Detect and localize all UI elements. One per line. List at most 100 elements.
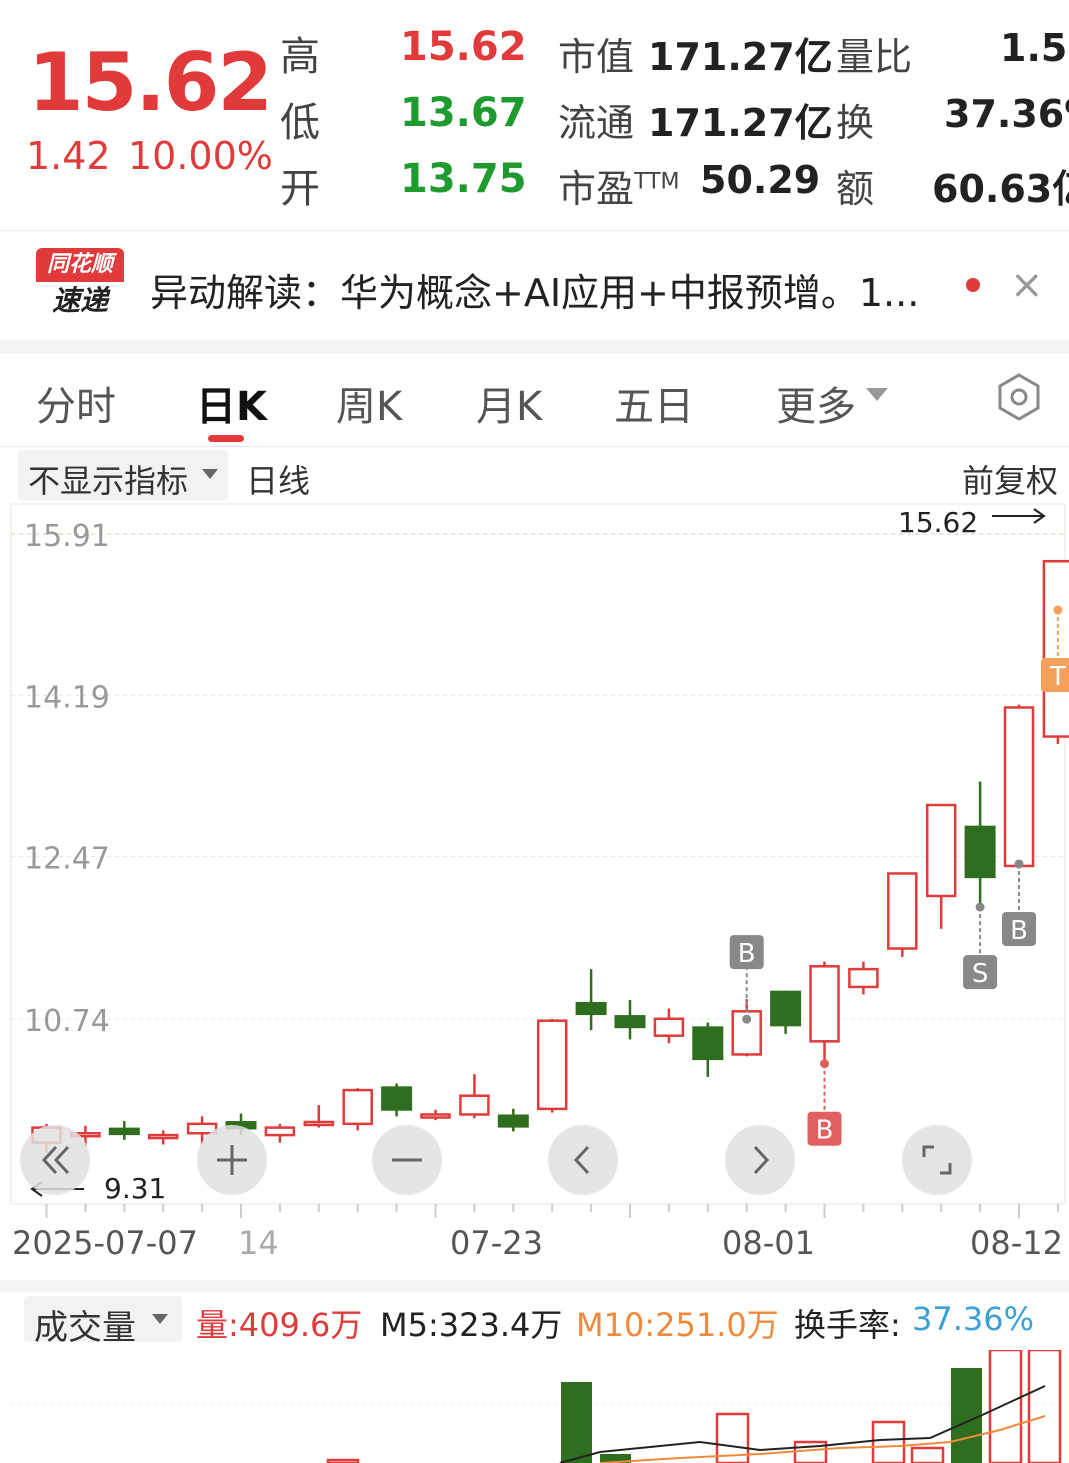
volratio-label: 量比 [836, 35, 913, 79]
volume-chart [11, 1350, 1065, 1463]
last-price: 15.62 [28, 36, 273, 129]
turnover-rate-label: 换手率: [794, 1306, 901, 1344]
float-label: 流通 [558, 101, 635, 145]
fullscreen-icon [922, 1145, 952, 1175]
x-label-14: 14 [238, 1224, 279, 1262]
volume-value: 量:409.6万 [196, 1306, 363, 1344]
left-icon [573, 1145, 590, 1175]
volume-bar [561, 1382, 592, 1463]
candle-body [264, 1126, 296, 1137]
y-tick-label: 14.19 [24, 680, 110, 715]
section-gap [0, 340, 1069, 354]
period-label: 日线 [246, 462, 311, 500]
mktcap-value: 171.27亿 [648, 35, 833, 79]
plus-icon [217, 1145, 247, 1175]
chevron-down-icon [152, 1314, 168, 1324]
pe-ttm-sup: TTM [634, 169, 680, 195]
close-icon[interactable]: × [1010, 262, 1044, 308]
tab-more[interactable]: 更多 [776, 374, 856, 432]
candle-body [964, 825, 996, 879]
candle-body [770, 990, 802, 1027]
price-change-percent: 10.00% [128, 134, 273, 178]
zoom-in-button[interactable] [197, 1125, 267, 1195]
low-value: 13.67 [400, 90, 527, 136]
candle-body [809, 965, 840, 1043]
news-logo-sub: 速递 [51, 284, 108, 317]
candle-body [536, 1019, 568, 1111]
volume-bar [1027, 1350, 1062, 1463]
marker-label: B [816, 1116, 834, 1146]
news-logo: 同花顺 速递 [36, 248, 124, 320]
active-tab-indicator [208, 435, 244, 442]
double-left-icon [41, 1145, 70, 1175]
zoom-out-button[interactable] [372, 1125, 442, 1195]
scroll-left-button[interactable] [548, 1125, 618, 1195]
adjust-mode[interactable]: 前复权 [962, 456, 1058, 502]
news-logo-brand: 同花顺 [36, 248, 124, 282]
min-price-label: 9.31 [104, 1172, 166, 1205]
unread-dot-icon [966, 278, 980, 292]
high-value: 15.62 [400, 24, 527, 70]
section-gap [0, 1280, 1069, 1292]
candle-body [147, 1133, 179, 1140]
marker-label: T [1049, 662, 1066, 692]
marker-label: S [972, 959, 989, 989]
y-tick-label: 12.47 [24, 842, 110, 877]
candle-body [108, 1127, 140, 1136]
amount-value: 60.63亿 [932, 167, 1069, 211]
open-label: 开 [280, 166, 320, 212]
ma5-volume: M5:323.4万 [380, 1306, 563, 1344]
right-icon [753, 1145, 770, 1175]
volume-bar [951, 1368, 982, 1463]
fullscreen-button[interactable] [902, 1125, 972, 1195]
candle-body [848, 967, 879, 989]
tab-five-day[interactable]: 五日 [614, 374, 694, 432]
turnover-value: 37.36% [944, 92, 1069, 136]
x-label-0723: 07-23 [450, 1224, 543, 1262]
candlestick-chart[interactable]: BBSBT 15.9114.1912.4710.7415.629.31 [0, 500, 1069, 1220]
volume-bars [326, 1350, 1062, 1463]
x-label-start: 2025-07-07 [12, 1224, 198, 1262]
candle-body [653, 1017, 685, 1037]
divider [0, 446, 1069, 447]
chevron-down-icon [866, 388, 888, 401]
volume-bar [910, 1446, 945, 1463]
candle-body [342, 1088, 373, 1126]
marker-label: B [738, 939, 756, 969]
price-change: 1.42 [26, 134, 111, 178]
pe-label-text: 市盈 [558, 167, 635, 211]
candle-body [887, 872, 918, 950]
candle-body [420, 1113, 451, 1119]
tab-weekly-k[interactable]: 周K [336, 374, 402, 432]
amount-label: 额 [836, 167, 875, 211]
tab-daily-k[interactable]: 日K [196, 374, 267, 432]
max-price-label: 15.62 [898, 506, 978, 539]
volume-bar [988, 1350, 1023, 1463]
tab-intraday[interactable]: 分时 [36, 374, 116, 432]
candle-body [1003, 706, 1035, 868]
candle-body [692, 1026, 724, 1061]
candle-body [303, 1120, 335, 1127]
mktcap-label: 市值 [558, 35, 635, 79]
candle-body [459, 1094, 490, 1116]
candle-body [1042, 559, 1069, 738]
indicator-dropdown-label: 不显示指标 [28, 462, 189, 500]
y-tick-label: 15.91 [24, 519, 110, 554]
marker-label: B [1010, 916, 1028, 946]
low-label: 低 [280, 100, 320, 146]
float-value: 171.27亿 [648, 101, 833, 145]
scroll-to-start-button[interactable] [20, 1125, 90, 1195]
tab-monthly-k[interactable]: 月K [476, 374, 542, 432]
volume-bar [871, 1420, 906, 1463]
candle-body [575, 1001, 607, 1016]
divider [0, 230, 1069, 231]
x-label-0801: 08-01 [722, 1224, 815, 1262]
open-value: 13.75 [400, 156, 527, 202]
candle-body [925, 803, 957, 898]
max-arrow-icon [992, 508, 1046, 524]
volume-dropdown-label: 成交量 [34, 1308, 136, 1348]
news-headline[interactable]: 异动解读：华为概念+AI应用+中报预增。1... [150, 262, 919, 317]
settings-icon[interactable] [994, 372, 1044, 426]
scroll-right-button[interactable] [725, 1125, 795, 1195]
high-label: 高 [280, 34, 320, 80]
